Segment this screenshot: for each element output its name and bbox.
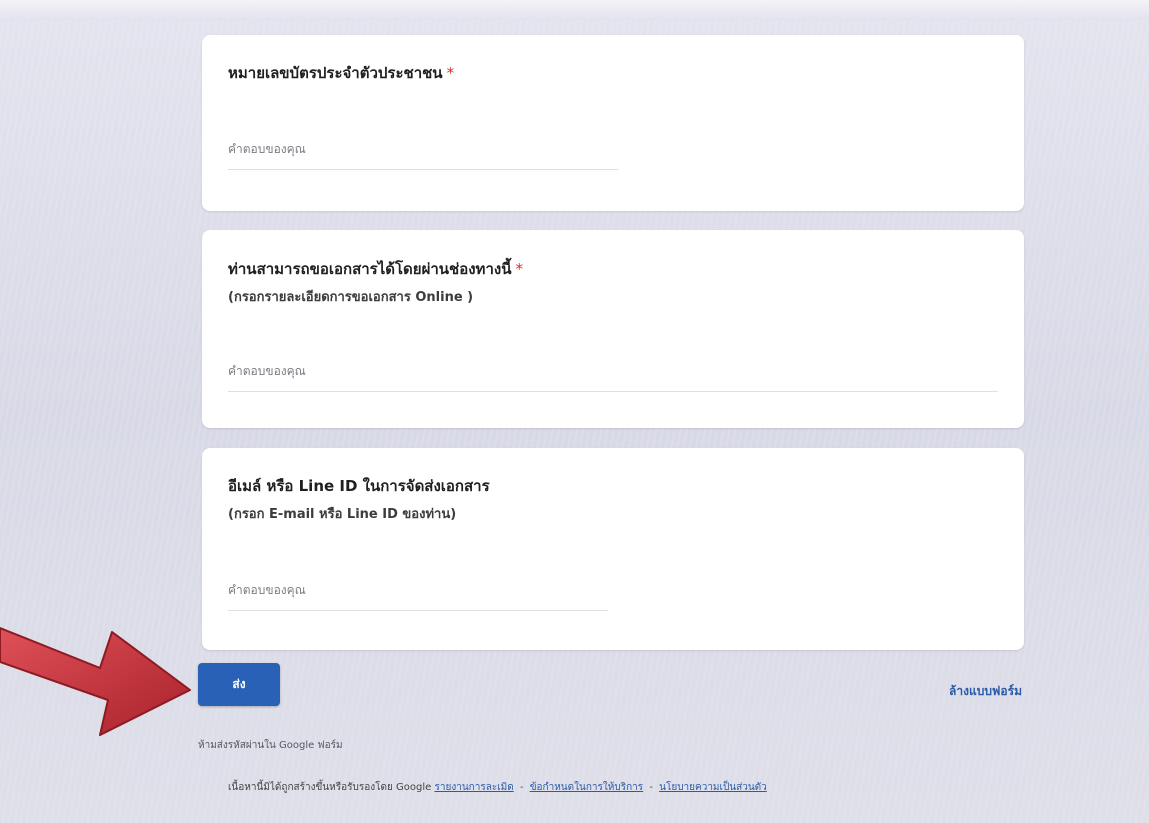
required-mark: * bbox=[446, 64, 455, 82]
question-header: ท่านสามารถขอเอกสารได้โดยผ่านช่องทางนี้ * … bbox=[228, 230, 998, 308]
question-title-text: หมายเลขบัตรประจำตัวประชาชน bbox=[228, 64, 443, 82]
question-title-text: ท่านสามารถขอเอกสารได้โดยผ่านช่องทางนี้ bbox=[228, 260, 512, 278]
footer-disclaimer: เนื้อหานี้มิได้ถูกสร้างขึ้นหรือรับรองโดย… bbox=[228, 780, 767, 795]
report-abuse-link[interactable]: รายงานการละเมิด bbox=[434, 782, 513, 793]
question-card-id-number: หมายเลขบัตรประจำตัวประชาชน * คำตอบของคุณ bbox=[202, 35, 1024, 211]
question-header: อีเมล์ หรือ Line ID ในการจัดส่งเอกสาร (ก… bbox=[228, 448, 998, 525]
answer-input[interactable]: คำตอบของคุณ bbox=[228, 362, 998, 392]
clear-form-button[interactable]: ล้างแบบฟอร์ม bbox=[880, 682, 1022, 701]
footer-separator: - bbox=[519, 782, 524, 793]
question-title: อีเมล์ หรือ Line ID ในการจัดส่งเอกสาร bbox=[228, 475, 998, 497]
answer-input[interactable]: คำตอบของคุณ bbox=[228, 581, 608, 611]
privacy-link[interactable]: นโยบายความเป็นส่วนตัว bbox=[659, 782, 767, 793]
answer-input[interactable]: คำตอบของคุณ bbox=[228, 140, 618, 170]
password-notice: ห้ามส่งรหัสผ่านใน Google ฟอร์ม bbox=[198, 740, 343, 751]
question-card-email-line: อีเมล์ หรือ Line ID ในการจัดส่งเอกสาร (ก… bbox=[202, 448, 1024, 650]
question-description: (กรอกรายละเอียดการขอเอกสาร Online ) bbox=[228, 290, 474, 305]
submit-button[interactable]: ส่ง bbox=[198, 663, 280, 706]
footer-separator: - bbox=[649, 782, 653, 793]
terms-link[interactable]: ข้อกำหนดในการให้บริการ bbox=[530, 782, 643, 793]
question-description: (กรอก E-mail หรือ Line ID ของท่าน) bbox=[228, 507, 457, 522]
question-card-document-request: ท่านสามารถขอเอกสารได้โดยผ่านช่องทางนี้ * … bbox=[202, 230, 1024, 428]
red-arrow-icon bbox=[0, 627, 191, 736]
top-strip bbox=[0, 0, 1149, 20]
question-title: ท่านสามารถขอเอกสารได้โดยผ่านช่องทางนี้ * bbox=[228, 258, 998, 280]
question-header: หมายเลขบัตรประจำตัวประชาชน * bbox=[228, 35, 998, 84]
question-title: หมายเลขบัตรประจำตัวประชาชน * bbox=[228, 62, 998, 84]
question-title-text: อีเมล์ หรือ Line ID ในการจัดส่งเอกสาร bbox=[228, 477, 490, 495]
footer-text: เนื้อหานี้มิได้ถูกสร้างขึ้นหรือรับรองโดย… bbox=[228, 782, 432, 793]
required-mark: * bbox=[515, 260, 523, 278]
